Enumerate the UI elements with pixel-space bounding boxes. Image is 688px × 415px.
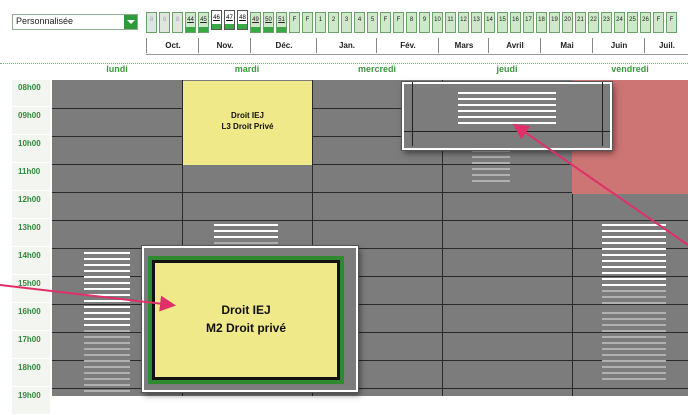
annotation-arrows xyxy=(0,123,688,312)
arrow-right xyxy=(512,123,688,246)
arrow-left xyxy=(0,284,176,312)
